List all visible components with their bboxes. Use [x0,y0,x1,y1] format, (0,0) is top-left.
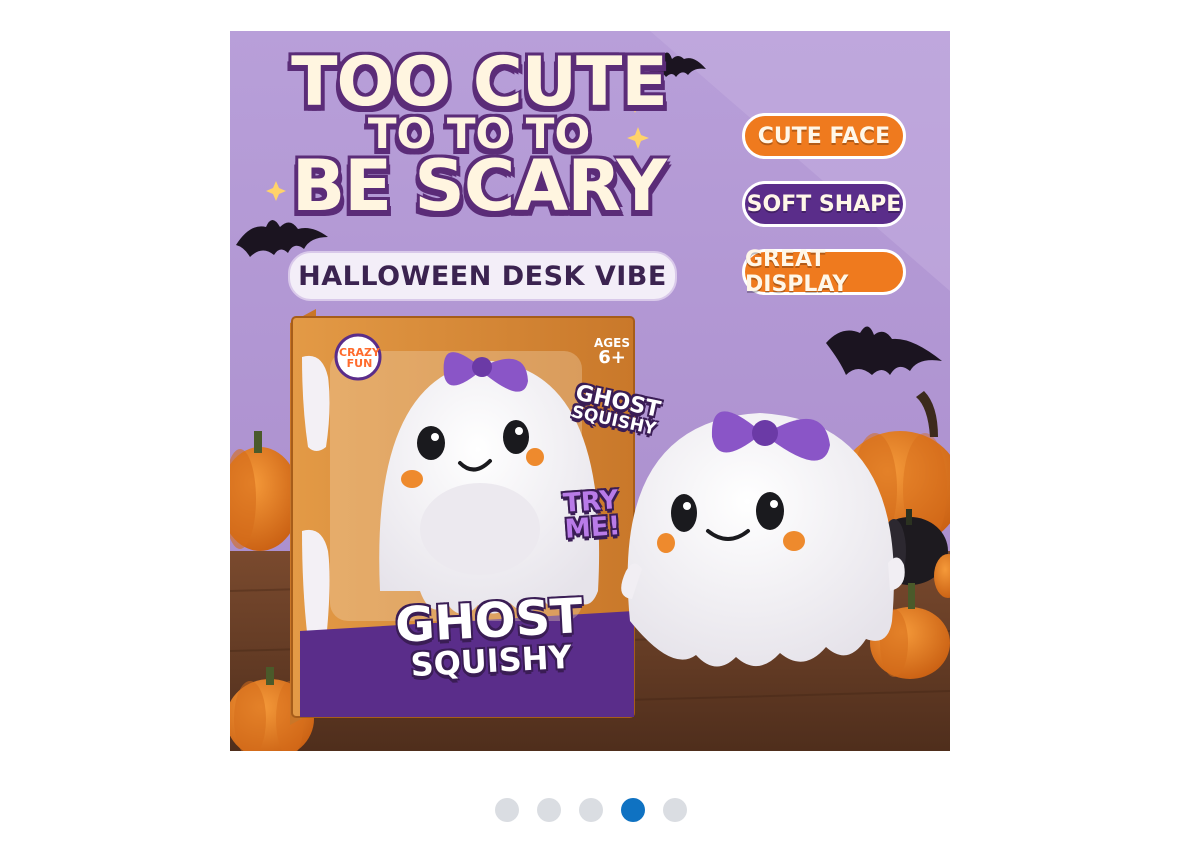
feature-cute-face: CUTE FACE [742,113,906,159]
carousel-dot-5[interactable] [662,798,687,822]
brand-logo: CRAZY FUN [339,347,380,369]
box-title-line-2: SQUISHY [409,637,573,685]
headline: TOO CUTE TO TO TO BE SCARY [244,43,714,227]
feature-great-display: GREAT DISPLAY [742,247,906,297]
ages-value: 6+ [598,347,626,368]
try-me-line-2: ME! [563,511,622,545]
try-me-label: TRY ME! [562,485,622,545]
headline-line-1: TOO CUTE [291,43,668,122]
carousel-dot-1[interactable] [494,798,519,822]
brand-line-2: FUN [346,357,373,370]
subtitle-pill: HALLOWEEN DESK VIBE [288,251,677,301]
carousel-indicators [0,798,1179,824]
carousel-dot-4[interactable] [620,798,645,822]
box-product-title: GHOST SQUISHY [394,588,586,685]
headline-line-3: BE SCARY [291,145,667,227]
feature-soft-shape: SOFT SHAPE [742,181,906,227]
carousel-dot-3[interactable] [578,798,603,822]
carousel-dot-2[interactable] [536,798,561,822]
product-image[interactable]: TOO CUTE TO TO TO BE SCARY HALLOWEEN DES… [230,31,950,751]
ages-badge: AGES 6+ [594,337,630,367]
